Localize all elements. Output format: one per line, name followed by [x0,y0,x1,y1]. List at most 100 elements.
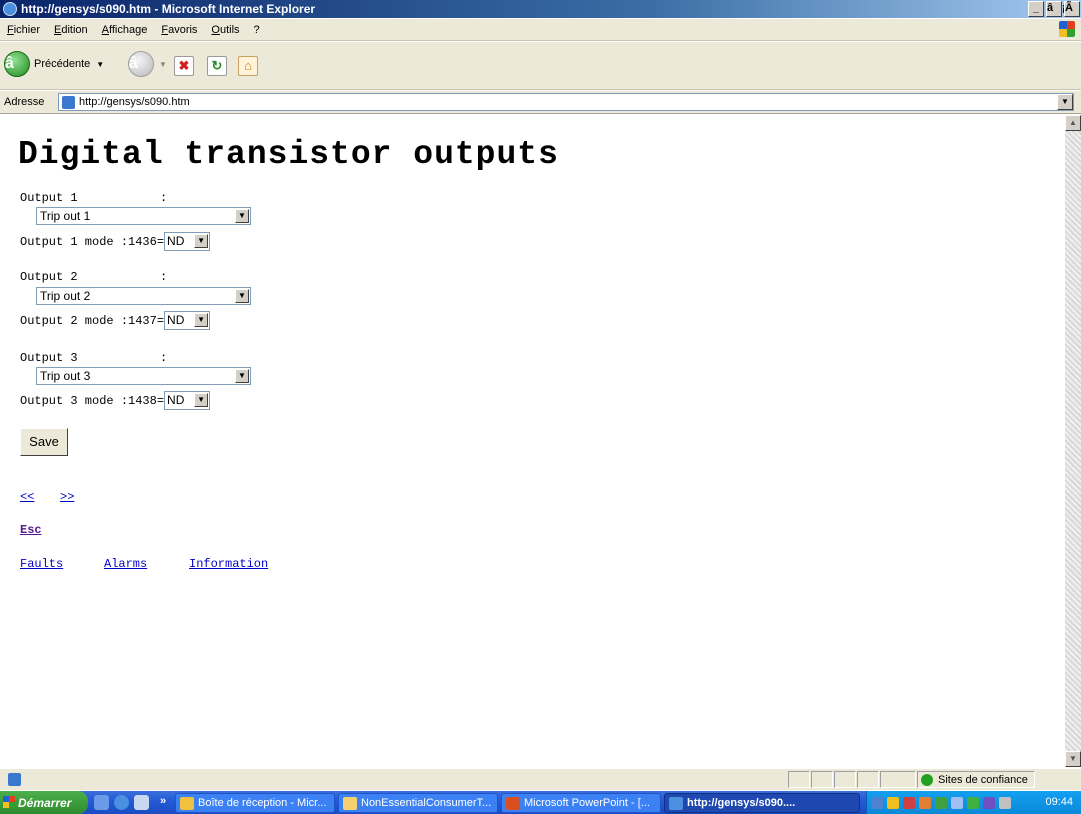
scroll-down-icon[interactable]: ▼ [1065,751,1081,767]
output-3-mode-value: ND [167,393,185,407]
address-dropdown-icon[interactable]: ▼ [1057,94,1073,110]
toolbar: â Précédente ▼ â ▼ ✖ ↻ ⌂ [0,42,1081,90]
clock[interactable]: 09:44 [1045,796,1073,808]
forward-dropdown-icon[interactable]: ▼ [159,60,167,69]
menu-bar: Fichier Edition Affichage Favoris Outils… [0,19,1081,41]
page-status-icon [8,773,21,786]
back-button[interactable]: â Précédente ▼ [4,51,104,77]
stop-icon: ✖ [178,58,190,73]
home-button[interactable]: ⌂ [238,56,258,76]
shield-icon[interactable] [887,796,899,809]
task-outlook[interactable]: Boîte de réception - Micr... [175,793,335,813]
output-2-mode-select[interactable]: ND ▼ [164,311,211,330]
task-powerpoint[interactable]: Microsoft PowerPoint - [... [501,793,661,813]
save-button[interactable]: Save [20,428,68,456]
back-label: Précédente [34,58,91,70]
output-2-mode-label: Output 2 mode :1437= [20,313,165,328]
chevron-down-icon: ▼ [194,234,209,248]
status-cell [880,771,916,788]
chevron-down-icon: ▼ [235,289,249,303]
refresh-button[interactable]: ↻ [207,56,227,76]
status-cell [857,771,879,788]
status-cell [811,771,833,788]
filter-icon[interactable] [983,796,995,809]
menu-outils[interactable]: Outils [204,24,246,36]
minimize-button[interactable]: _ [1028,1,1044,17]
menu-affichage[interactable]: Affichage [95,24,155,36]
trusted-check-icon [921,773,933,786]
vertical-scrollbar[interactable]: ▲ ▼ [1065,115,1081,767]
output-1-mode-row: Output 1 mode :1436= ND ▼ [20,232,211,251]
start-button[interactable]: Démarrer [0,791,88,814]
alarms-link[interactable]: Alarms [104,557,147,571]
speaker-icon[interactable] [999,796,1011,809]
output-1-selected: Trip out 1 [40,209,91,223]
quicklaunch-messenger-icon[interactable] [134,795,149,810]
user-icon[interactable] [967,796,979,809]
connection-icon[interactable] [951,796,963,809]
alert-icon[interactable] [903,796,915,809]
faults-link[interactable]: Faults [20,557,63,571]
output-3-mode-row: Output 3 mode :1438= ND ▼ [20,391,211,410]
address-field[interactable]: http://gensys/s090.htm ▼ [58,93,1074,111]
menu-fichier[interactable]: Fichier [0,24,47,36]
next-page-link[interactable]: >> [60,490,74,504]
status-bar: Sites de confiance [0,768,1081,790]
network-icon[interactable] [871,796,883,809]
output-1-label: Output 1: [20,191,168,205]
status-cell [788,771,810,788]
quicklaunch-outlook-icon[interactable] [94,795,109,810]
stop-button[interactable]: ✖ [174,56,194,76]
quicklaunch-ie-icon[interactable] [114,795,129,810]
status-cell [834,771,856,788]
address-label: Adresse [4,96,45,108]
quicklaunch-more-icon[interactable]: » [160,795,166,807]
output-1-mode-select[interactable]: ND ▼ [164,232,211,251]
output-2-selected: Trip out 2 [40,289,91,303]
output-1-select[interactable]: Trip out 1 ▼ [36,207,251,225]
chevron-down-icon: ▼ [194,393,209,407]
output-2-mode-row: Output 2 mode :1437= ND ▼ [20,311,211,330]
security-zone[interactable]: Sites de confiance [917,771,1035,788]
close-button[interactable]: Ã [1064,1,1081,17]
back-dropdown-icon[interactable]: ▼ [96,60,104,69]
address-bar: Adresse http://gensys/s090.htm ▼ [0,91,1081,114]
output-2-label: Output 2: [20,270,168,284]
maximize-button[interactable]: â¡ [1046,1,1066,17]
home-icon: ⌂ [244,58,252,73]
output-2-mode-value: ND [167,313,185,327]
menu-favoris[interactable]: Favoris [154,24,204,36]
window-title-bar[interactable]: http://gensys/s090.htm - Microsoft Inter… [0,0,1081,18]
output-3-mode-select[interactable]: ND ▼ [164,391,211,410]
chevron-down-icon: ▼ [235,369,249,383]
menu-edition[interactable]: Edition [47,24,95,36]
system-tray: 09:44 [866,791,1081,814]
updates-icon[interactable] [935,796,947,809]
antivirus-icon[interactable] [919,796,931,809]
task-internet-explorer[interactable]: http://gensys/s090.... [664,793,860,813]
start-label: Démarrer [18,795,72,810]
esc-link[interactable]: Esc [20,523,42,537]
internet-explorer-icon [3,2,17,16]
output-3-selected: Trip out 3 [40,369,91,383]
chevron-down-icon: ▼ [235,209,249,223]
refresh-icon: ↻ [211,58,223,73]
previous-page-link[interactable]: << [20,490,34,504]
task-label: Boîte de réception - Micr... [198,797,327,809]
output-2-select[interactable]: Trip out 2 ▼ [36,287,251,305]
task-label: http://gensys/s090.... [687,797,796,809]
information-link[interactable]: Information [189,557,268,571]
page-content: Digital transistor outputs Output 1: Tri… [0,115,1064,767]
output-3-select[interactable]: Trip out 3 ▼ [36,367,251,385]
window-title: http://gensys/s090.htm - Microsoft Inter… [21,2,316,16]
taskbar: Démarrer » Boîte de réception - Micr... … [0,791,1081,814]
page-icon [62,95,75,109]
page-title: Digital transistor outputs [18,136,559,173]
forward-button[interactable]: â [128,51,164,77]
task-folder[interactable]: NonEssentialConsumerT... [338,793,498,813]
menu-help[interactable]: ? [247,24,267,36]
address-url: http://gensys/s090.htm [79,96,190,108]
scroll-up-icon[interactable]: ▲ [1065,115,1081,131]
output-3-label: Output 3: [20,351,168,365]
outlook-icon [180,797,194,810]
